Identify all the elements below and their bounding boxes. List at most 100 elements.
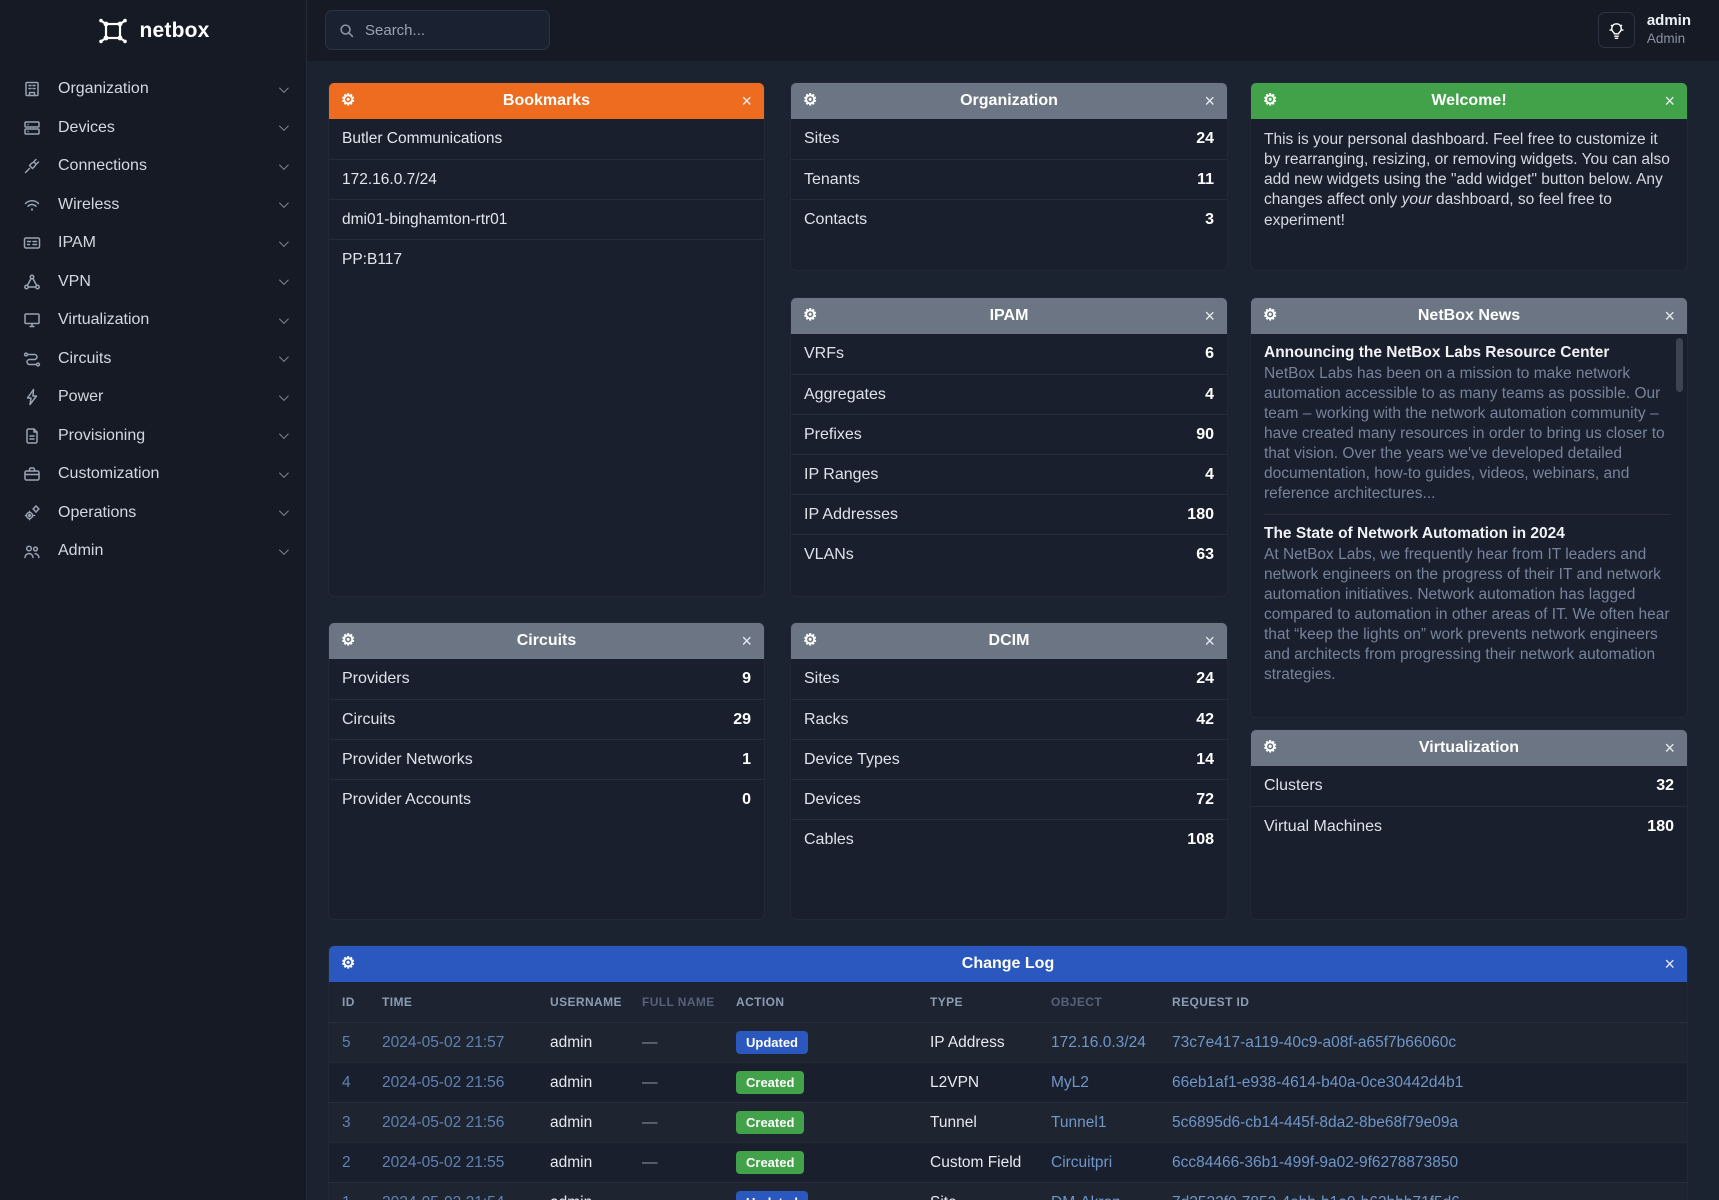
widget-config-icon[interactable]: ⚙: [341, 93, 355, 109]
close-icon[interactable]: ×: [1204, 306, 1215, 327]
logo-text: netbox: [139, 19, 209, 43]
sidebar-item-vpn[interactable]: VPN: [0, 263, 306, 302]
column-header-username[interactable]: USERNAME: [537, 995, 629, 1009]
stat-row-cables[interactable]: Cables108: [791, 819, 1227, 859]
stat-row-sites[interactable]: Sites24: [791, 119, 1227, 159]
changelog-column-headers: ID TIME USERNAME FULL NAME ACTION TYPE O…: [329, 982, 1687, 1022]
change-id-link[interactable]: 1: [342, 1194, 351, 1200]
widget-config-icon[interactable]: ⚙: [341, 956, 355, 972]
sidebar-item-provisioning[interactable]: Provisioning: [0, 417, 306, 456]
search-icon: [338, 22, 355, 39]
stat-row-devices[interactable]: Devices72: [791, 779, 1227, 819]
stat-row-providers[interactable]: Providers9: [329, 659, 764, 699]
change-object-link[interactable]: Circuitpri: [1051, 1154, 1112, 1171]
change-time-link[interactable]: 2024-05-02 21:55: [382, 1154, 504, 1171]
stat-row-provider-accounts[interactable]: Provider Accounts0: [329, 779, 764, 819]
sidebar-item-organization[interactable]: Organization: [0, 70, 306, 109]
news-article-title[interactable]: Announcing the NetBox Labs Resource Cent…: [1264, 344, 1671, 362]
stat-row-circuits[interactable]: Circuits29: [329, 699, 764, 739]
column-header-type[interactable]: TYPE: [917, 995, 1038, 1009]
close-icon[interactable]: ×: [1204, 631, 1215, 652]
sidebar-item-operations[interactable]: Operations: [0, 494, 306, 533]
username: admin: [1647, 12, 1691, 31]
stat-row-contacts[interactable]: Contacts3: [791, 199, 1227, 239]
stat-row-device-types[interactable]: Device Types14: [791, 739, 1227, 779]
sidebar-item-ipam[interactable]: IPAM: [0, 224, 306, 263]
close-icon[interactable]: ×: [1664, 738, 1675, 759]
close-icon[interactable]: ×: [741, 91, 752, 112]
widget-title: Bookmarks: [329, 92, 764, 110]
close-icon[interactable]: ×: [741, 631, 752, 652]
change-id-link[interactable]: 5: [342, 1034, 351, 1051]
widget-title: DCIM: [791, 632, 1227, 650]
change-object-link[interactable]: Tunnel1: [1051, 1114, 1106, 1131]
sidebar-item-power[interactable]: Power: [0, 378, 306, 417]
widget-config-icon[interactable]: ⚙: [1263, 308, 1277, 324]
news-article-title[interactable]: The State of Network Automation in 2024: [1264, 525, 1671, 543]
change-time-link[interactable]: 2024-05-02 21:54: [382, 1194, 504, 1200]
scrollbar-thumb[interactable]: [1676, 338, 1683, 392]
change-request-id-link[interactable]: 66eb1af1-e938-4614-b40a-0ce30442d4b1: [1172, 1074, 1463, 1091]
stat-row-prefixes[interactable]: Prefixes90: [791, 414, 1227, 454]
sidebar-item-admin[interactable]: Admin: [0, 532, 306, 571]
close-icon[interactable]: ×: [1204, 91, 1215, 112]
dcim-widget: ⚙ DCIM × Sites24 Racks42 Device Types14 …: [790, 622, 1228, 920]
widget-config-icon[interactable]: ⚙: [1263, 93, 1277, 109]
lightbulb-icon: [1607, 21, 1626, 40]
bookmark-link[interactable]: PP:B117: [329, 239, 764, 279]
sidebar-nav: Organization Devices Connections Wireles…: [0, 70, 306, 571]
column-header-request-id[interactable]: REQUEST ID: [1159, 995, 1687, 1009]
user-role: Admin: [1647, 31, 1691, 48]
change-id-link[interactable]: 3: [342, 1114, 351, 1131]
widget-config-icon[interactable]: ⚙: [803, 93, 817, 109]
sidebar-item-virtualization[interactable]: Virtualization: [0, 301, 306, 340]
column-header-time[interactable]: TIME: [369, 995, 537, 1009]
stat-row-sites[interactable]: Sites24: [791, 659, 1227, 699]
change-request-id-link[interactable]: 7d2522f0-7852-4ebb-b1a9-b63bbb71f5d6: [1172, 1194, 1460, 1200]
search-input[interactable]: [365, 22, 537, 39]
stat-row-clusters[interactable]: Clusters32: [1251, 766, 1687, 806]
stat-row-ip-addresses[interactable]: IP Addresses180: [791, 494, 1227, 534]
stat-row-ip-ranges[interactable]: IP Ranges4: [791, 454, 1227, 494]
stat-row-tenants[interactable]: Tenants11: [791, 159, 1227, 199]
stat-row-virtual-machines[interactable]: Virtual Machines180: [1251, 806, 1687, 846]
search-box[interactable]: [325, 10, 550, 50]
change-time-link[interactable]: 2024-05-02 21:56: [382, 1114, 504, 1131]
changelog-row: 3 2024-05-02 21:56 admin — Created Tunne…: [329, 1102, 1687, 1142]
column-header-id[interactable]: ID: [329, 995, 369, 1009]
sidebar-item-devices[interactable]: Devices: [0, 109, 306, 148]
change-request-id-link[interactable]: 5c6895d6-cb14-445f-8da2-8be68f79e09a: [1172, 1114, 1458, 1131]
change-object-link[interactable]: 172.16.0.3/24: [1051, 1034, 1146, 1051]
change-object-link[interactable]: DM-Akron: [1051, 1194, 1121, 1200]
widget-config-icon[interactable]: ⚙: [1263, 740, 1277, 756]
widget-config-icon[interactable]: ⚙: [803, 308, 817, 324]
theme-toggle-button[interactable]: [1598, 12, 1635, 48]
netbox-logo[interactable]: netbox: [0, 0, 306, 61]
change-request-id-link[interactable]: 73c7e417-a119-40c9-a08f-a65f7b66060c: [1172, 1034, 1456, 1051]
change-time-link[interactable]: 2024-05-02 21:57: [382, 1034, 504, 1051]
bookmark-link[interactable]: 172.16.0.7/24: [329, 159, 764, 199]
change-object-link[interactable]: MyL2: [1051, 1074, 1089, 1091]
stat-row-vrfs[interactable]: VRFs6: [791, 334, 1227, 374]
widget-config-icon[interactable]: ⚙: [341, 633, 355, 649]
change-id-link[interactable]: 2: [342, 1154, 351, 1171]
close-icon[interactable]: ×: [1664, 91, 1675, 112]
widget-config-icon[interactable]: ⚙: [803, 633, 817, 649]
close-icon[interactable]: ×: [1664, 306, 1675, 327]
sidebar-item-wireless[interactable]: Wireless: [0, 186, 306, 225]
change-id-link[interactable]: 4: [342, 1074, 351, 1091]
change-request-id-link[interactable]: 6cc84466-36b1-499f-9a02-9f6278873850: [1172, 1154, 1458, 1171]
stat-row-aggregates[interactable]: Aggregates4: [791, 374, 1227, 414]
sidebar-item-connections[interactable]: Connections: [0, 147, 306, 186]
sidebar-item-circuits[interactable]: Circuits: [0, 340, 306, 379]
close-icon[interactable]: ×: [1664, 954, 1675, 975]
column-header-action[interactable]: ACTION: [723, 995, 917, 1009]
stat-row-racks[interactable]: Racks42: [791, 699, 1227, 739]
sidebar-item-customization[interactable]: Customization: [0, 455, 306, 494]
change-time-link[interactable]: 2024-05-02 21:56: [382, 1074, 504, 1091]
user-menu[interactable]: admin Admin: [1647, 12, 1691, 48]
bookmark-link[interactable]: Butler Communications: [329, 119, 764, 159]
stat-row-provider-networks[interactable]: Provider Networks1: [329, 739, 764, 779]
stat-row-vlans[interactable]: VLANs63: [791, 534, 1227, 574]
bookmark-link[interactable]: dmi01-binghamton-rtr01: [329, 199, 764, 239]
